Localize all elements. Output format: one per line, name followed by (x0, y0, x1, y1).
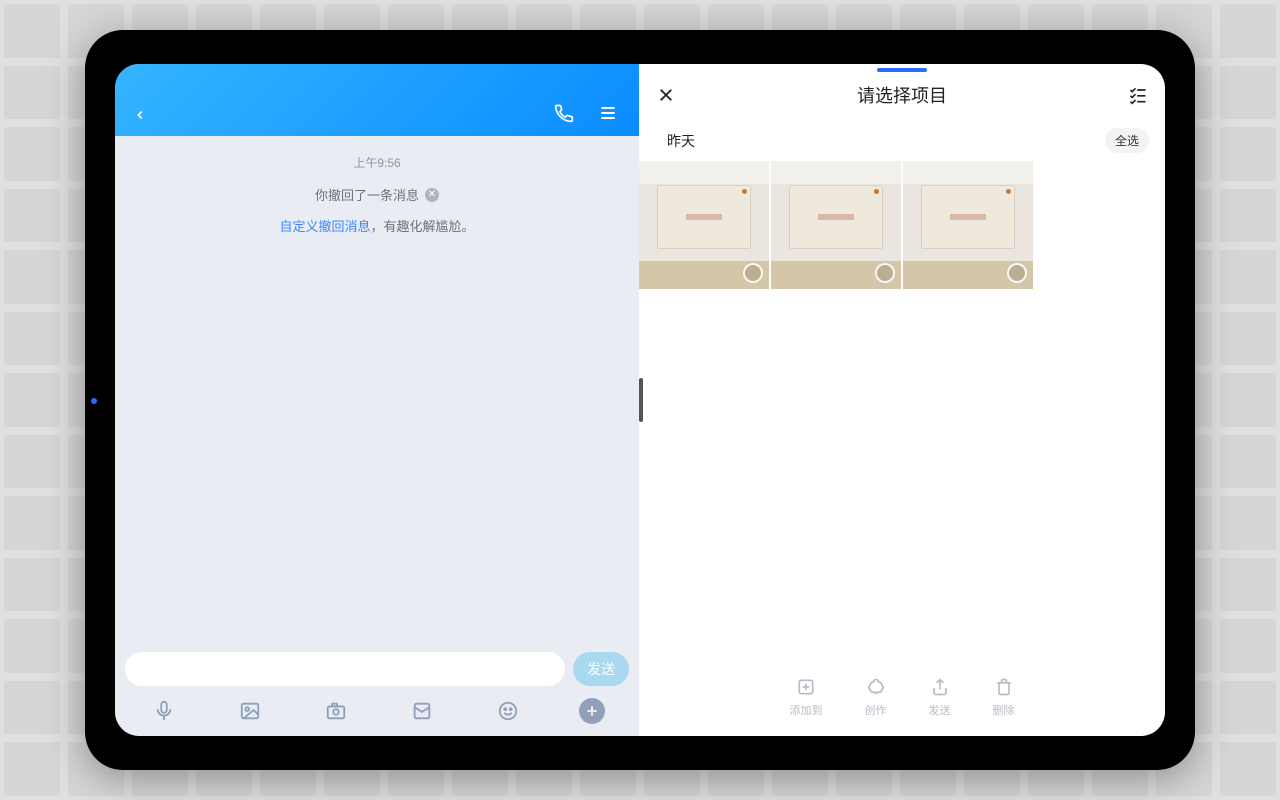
chat-header (115, 64, 639, 136)
tablet-frame: 上午9:56 你撤回了一条消息 ✕ 自定义撤回消息，有趣化解尴尬。 发送 (85, 30, 1195, 770)
thumbnail-content (789, 185, 883, 249)
plus-icon (584, 703, 600, 719)
send-button[interactable]: 发送 (573, 652, 629, 686)
recall-tip: 自定义撤回消息，有趣化解尴尬。 (133, 216, 621, 235)
add-to-button[interactable]: 添加到 (790, 676, 823, 718)
thumbnail-content (921, 185, 1015, 249)
photo-button[interactable] (235, 696, 265, 726)
delete-label: 删除 (993, 702, 1015, 718)
chevron-left-icon (133, 108, 147, 122)
create-button[interactable]: 创作 (865, 676, 887, 718)
voice-button[interactable] (149, 696, 179, 726)
mic-icon (153, 700, 175, 722)
message-input[interactable] (125, 652, 565, 686)
camera-button[interactable] (321, 696, 351, 726)
photo-thumbnail[interactable] (903, 161, 1033, 289)
picker-action-bar: 添加到 创作 发送 删除 (639, 666, 1165, 736)
envelope-icon (411, 700, 433, 722)
thumbnail-grid (639, 161, 1165, 289)
split-view-handle[interactable] (639, 378, 643, 422)
chat-app: 上午9:56 你撤回了一条消息 ✕ 自定义撤回消息，有趣化解尴尬。 发送 (115, 64, 639, 736)
redpacket-button[interactable] (407, 696, 437, 726)
chat-toolbar (115, 692, 639, 736)
image-icon (239, 700, 261, 722)
picker-header: 请选择项目 (639, 72, 1165, 112)
recall-tip-rest: ，有趣化解尴尬。 (371, 219, 475, 234)
close-button[interactable] (655, 84, 677, 106)
chat-timestamp: 上午9:56 (133, 154, 621, 171)
emoji-button[interactable] (493, 696, 523, 726)
checklist-icon (1128, 85, 1148, 105)
delete-button[interactable]: 删除 (993, 676, 1015, 718)
selection-circle[interactable] (743, 263, 763, 283)
smile-icon (497, 700, 519, 722)
create-icon (866, 677, 886, 697)
add-to-label: 添加到 (790, 702, 823, 718)
more-button[interactable] (579, 698, 605, 724)
chat-messages-area: 上午9:56 你撤回了一条消息 ✕ 自定义撤回消息，有趣化解尴尬。 (115, 136, 639, 646)
gallery-picker-app: 请选择项目 昨天 全选 (639, 64, 1165, 736)
select-all-button[interactable]: 全选 (1105, 128, 1149, 153)
menu-button[interactable] (595, 100, 621, 126)
menu-icon (598, 103, 618, 123)
checklist-button[interactable] (1127, 84, 1149, 106)
chat-input-row: 发送 (115, 646, 639, 692)
recall-tip-link[interactable]: 自定义撤回消息 (279, 219, 370, 234)
picker-subheader: 昨天 全选 (639, 112, 1165, 161)
call-button[interactable] (551, 100, 577, 126)
selection-circle[interactable] (1007, 263, 1027, 283)
picker-title: 请选择项目 (677, 82, 1127, 108)
add-to-icon (796, 677, 816, 697)
back-button[interactable] (129, 104, 151, 126)
selection-circle[interactable] (875, 263, 895, 283)
section-date-label: 昨天 (667, 131, 695, 151)
photo-thumbnail[interactable] (639, 161, 769, 289)
camera-icon (325, 700, 347, 722)
share-icon (930, 677, 950, 697)
close-icon (657, 86, 675, 104)
phone-icon (554, 103, 574, 123)
dismiss-recall-icon[interactable]: ✕ (425, 188, 439, 202)
create-label: 创作 (865, 702, 887, 718)
send-action-button[interactable]: 发送 (929, 676, 951, 718)
send-action-label: 发送 (929, 702, 951, 718)
trash-icon (994, 677, 1014, 697)
thumbnail-content (657, 185, 751, 249)
tablet-indicator-led (91, 398, 97, 404)
recall-text: 你撤回了一条消息 (315, 185, 419, 204)
photo-thumbnail[interactable] (771, 161, 901, 289)
recall-notice: 你撤回了一条消息 ✕ (133, 185, 621, 204)
